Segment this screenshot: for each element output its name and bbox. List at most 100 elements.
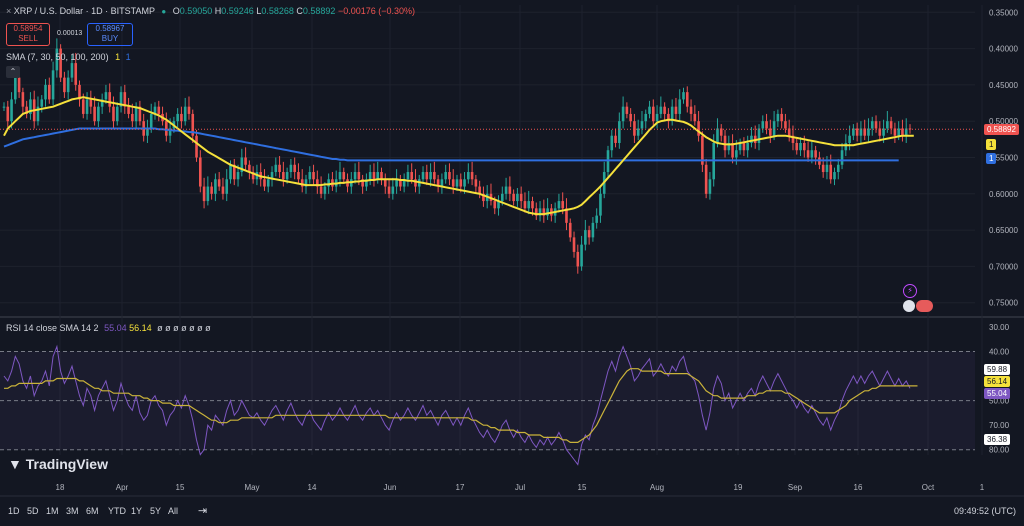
timeframe-3m[interactable]: 3M	[66, 506, 79, 516]
candle-body	[429, 172, 432, 180]
candle-body	[648, 106, 651, 114]
lightning-event-icon[interactable]: ⚡	[903, 284, 917, 298]
time-tick-label: Sep	[788, 483, 803, 492]
candle-body	[134, 106, 138, 122]
candle-body	[557, 201, 561, 209]
candle-body	[293, 164, 296, 173]
open-label: O	[172, 6, 180, 16]
candle-body	[323, 186, 327, 194]
time-tick-label: 17	[456, 483, 465, 492]
rsi-sma-tag: 56.14	[984, 376, 1011, 387]
timeframe-1d[interactable]: 1D	[8, 506, 20, 516]
low-value: 0.58268	[261, 6, 294, 16]
candle-body	[697, 121, 700, 136]
candle-body	[40, 99, 44, 107]
timeframe-1m[interactable]: 1M	[46, 506, 59, 516]
rsi-upper-band-tag: 59.88	[984, 364, 1011, 375]
candle-body	[63, 77, 66, 93]
candle-body	[282, 172, 285, 180]
clock-readout: 09:49:52 (UTC)	[954, 506, 1017, 516]
us-flag-events-group-icon[interactable]	[916, 300, 933, 312]
timeframe-ytd[interactable]: YTD	[108, 506, 126, 516]
us-flag-event-icon[interactable]	[903, 300, 915, 312]
timeframe-5d[interactable]: 5D	[27, 506, 39, 516]
pane-divider	[0, 316, 1024, 318]
candle-body	[214, 179, 217, 194]
candle-body	[195, 135, 198, 158]
candle-body	[640, 121, 644, 129]
collapse-legend-button[interactable]: ⌃	[6, 66, 20, 78]
candle-body	[519, 193, 523, 202]
time-tick-label: May	[244, 483, 259, 492]
candle-body	[183, 106, 187, 122]
date-range-icon[interactable]: ⇥	[198, 504, 207, 517]
candle-body	[380, 172, 383, 180]
candle-body	[765, 121, 768, 129]
sma-legend-tag-1: 1	[115, 52, 121, 62]
time-tick-label: Apr	[116, 483, 129, 492]
symbol-title[interactable]: XRP / U.S. Dollar · 1D · BITSTAMP	[14, 6, 155, 16]
candle-body	[678, 99, 682, 114]
candle-body	[704, 164, 708, 194]
candle-body	[108, 92, 111, 107]
candle-body	[742, 142, 746, 151]
candle-body	[674, 106, 678, 114]
candle-body	[568, 222, 572, 238]
candle-body	[531, 201, 534, 209]
buy-button[interactable]: 0.58967 BUY	[87, 23, 133, 46]
candle-body	[561, 201, 564, 209]
timeframe-6m[interactable]: 6M	[86, 506, 99, 516]
chart-canvas[interactable]: 0.750000.700000.650000.600000.550000.500…	[0, 0, 1024, 526]
candle-body	[308, 172, 312, 180]
candle-body	[51, 70, 55, 100]
timeframe-1y[interactable]: 1Y	[131, 506, 142, 516]
candle-body	[810, 150, 814, 158]
timeframe-5y[interactable]: 5Y	[150, 506, 161, 516]
candle-body	[17, 77, 21, 93]
rsi-tick-label: 40.00	[989, 347, 1010, 356]
sell-button[interactable]: 0.58954 SELL	[6, 23, 50, 46]
candle-body	[633, 121, 636, 136]
candle-body	[474, 179, 478, 187]
timeframe-all[interactable]: All	[168, 506, 178, 516]
candle-body	[652, 106, 655, 122]
candle-body	[761, 121, 765, 129]
candle-body	[806, 150, 810, 158]
rsi-legend-value-2: 56.14	[129, 323, 152, 333]
candle-body	[833, 172, 836, 180]
price-tick-label: 0.40000	[989, 45, 1018, 54]
symbol-legend: × XRP / U.S. Dollar · 1D · BITSTAMP ● O0…	[6, 6, 415, 16]
candle-body	[444, 172, 447, 180]
time-tick-label: 15	[578, 483, 587, 492]
candle-body	[836, 164, 840, 173]
candle-body	[342, 172, 346, 180]
candle-body	[112, 106, 115, 122]
rsi-legend[interactable]: RSI 14 close SMA 14 2 55.04 56.14 ø ø ø …	[6, 323, 211, 333]
candle-body	[165, 121, 168, 136]
candle-body	[580, 244, 583, 267]
candle-body	[421, 172, 425, 180]
candle-body	[199, 157, 202, 187]
sma-legend-tag-2: 1	[125, 52, 131, 62]
candle-body	[821, 164, 825, 173]
price-tick-label: 0.35000	[989, 8, 1018, 17]
candle-body	[285, 172, 289, 180]
rsi-tick-label: 30.00	[989, 323, 1010, 332]
candle-body	[263, 179, 266, 187]
candle-body	[746, 142, 749, 151]
close-legend-icon[interactable]: ×	[6, 6, 11, 16]
candle-body	[289, 164, 293, 173]
sma-yellow-tag: 1	[986, 139, 997, 150]
candle-body	[180, 113, 183, 122]
candle-body	[614, 135, 617, 143]
candle-body	[44, 84, 47, 100]
rsi-legend-title: RSI 14 close SMA 14 2	[6, 323, 99, 333]
candle-body	[618, 121, 621, 143]
sma-legend[interactable]: SMA (7, 30, 50, 100, 200) 1 1	[6, 52, 131, 62]
rsi-legend-value-1: 55.04	[104, 323, 127, 333]
candle-body	[840, 150, 844, 165]
price-tick-label: 0.75000	[989, 299, 1018, 308]
time-tick-label: 15	[176, 483, 185, 492]
rsi-value-tag: 55.04	[984, 388, 1011, 399]
change-value: −0.00176 (−0.30%)	[337, 6, 416, 16]
